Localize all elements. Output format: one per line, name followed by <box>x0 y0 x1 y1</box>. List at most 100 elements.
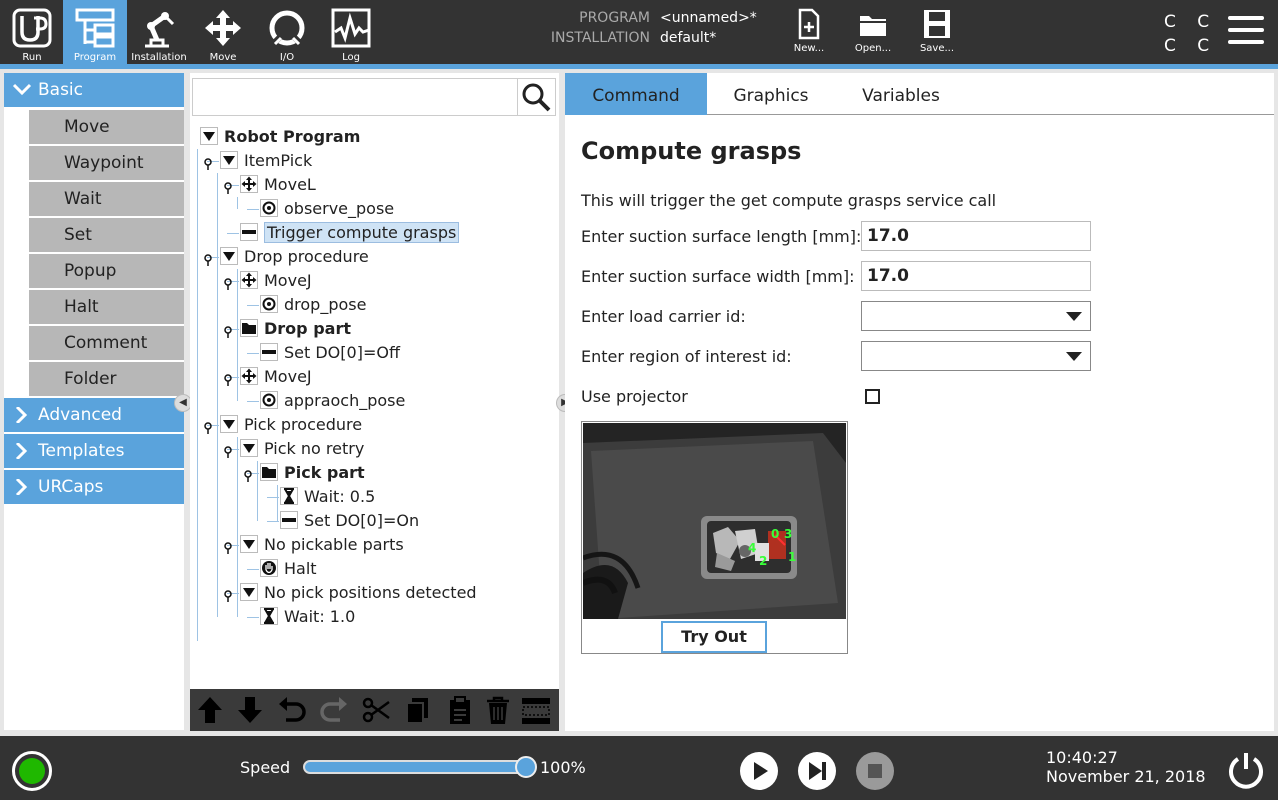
tree-node[interactable]: Set DO[0]=On <box>280 509 419 533</box>
tree-node[interactable]: No pick positions detected <box>240 581 477 605</box>
basic-item-popup[interactable]: Popup <box>29 254 184 288</box>
length-input[interactable]: 17.0 <box>861 221 1091 251</box>
basic-item-halt[interactable]: Halt <box>29 290 184 324</box>
nav-installation-button[interactable]: Installation <box>127 0 191 64</box>
category-basic[interactable]: Basic <box>4 73 184 107</box>
projector-checkbox[interactable] <box>865 389 880 404</box>
breakpoint-pin-icon[interactable] <box>243 467 253 482</box>
tree-node[interactable]: observe_pose <box>260 197 394 221</box>
tree-node[interactable]: ItemPick <box>220 149 312 173</box>
basic-item-comment[interactable]: Comment <box>29 326 184 360</box>
hamburger-menu-icon[interactable] <box>1228 16 1264 46</box>
breakpoint-pin-icon[interactable] <box>203 419 213 434</box>
triangle-down-icon[interactable] <box>240 439 258 457</box>
breakpoint-pin-icon[interactable] <box>223 275 233 290</box>
tree-connector-line <box>267 497 279 498</box>
undo-icon[interactable] <box>276 694 308 726</box>
basic-item-move[interactable]: Move <box>29 110 184 144</box>
category-templates[interactable]: Templates <box>4 434 184 468</box>
tree-node-label: MoveJ <box>264 271 312 290</box>
copy-icon[interactable] <box>402 694 434 726</box>
tree-node[interactable]: Drop part <box>240 317 351 341</box>
basic-item-wait[interactable]: Wait <box>29 182 184 216</box>
category-templates-label: Templates <box>38 441 125 461</box>
tab-graphics[interactable]: Graphics <box>707 73 835 115</box>
triangle-down-icon[interactable] <box>220 151 238 169</box>
breakpoint-pin-icon[interactable] <box>223 539 233 554</box>
tree-node[interactable]: Wait: 1.0 <box>260 605 355 629</box>
paste-icon[interactable] <box>444 694 476 726</box>
tree-connector-line <box>227 233 239 234</box>
redo-icon[interactable] <box>318 694 350 726</box>
power-icon[interactable] <box>1226 750 1266 790</box>
basic-item-folder[interactable]: Folder <box>29 362 184 396</box>
category-basic-label: Basic <box>38 80 84 100</box>
save-program-button[interactable]: Save... <box>910 8 964 60</box>
load-carrier-select[interactable] <box>861 301 1091 331</box>
triangle-down-icon[interactable] <box>240 535 258 553</box>
tree-node[interactable]: Set DO[0]=Off <box>260 341 400 365</box>
breakpoint-pin-icon[interactable] <box>223 371 233 386</box>
delete-icon[interactable] <box>482 694 514 726</box>
tree-node[interactable]: appraoch_pose <box>260 389 405 413</box>
speed-slider-track[interactable] <box>303 760 527 774</box>
basic-item-waypoint[interactable]: Waypoint <box>29 146 184 180</box>
halt-hand-icon <box>260 559 278 577</box>
set-icon <box>240 223 258 241</box>
robot-status-indicator[interactable] <box>12 751 52 791</box>
tree-node[interactable]: Trigger compute grasps <box>240 221 460 245</box>
tree-search-box[interactable] <box>192 78 556 116</box>
tree-node-label: observe_pose <box>284 199 395 218</box>
search-button[interactable] <box>517 79 555 115</box>
nav-run-button[interactable]: Run <box>0 0 64 64</box>
tree-node[interactable]: Drop procedure <box>220 245 369 269</box>
breakpoint-pin-icon[interactable] <box>223 323 233 338</box>
tree-node[interactable]: drop_pose <box>260 293 366 317</box>
stop-button[interactable] <box>856 752 894 790</box>
triangle-down-icon[interactable] <box>220 415 238 433</box>
new-program-button[interactable]: New... <box>782 8 836 60</box>
breakpoint-pin-icon[interactable] <box>203 251 213 266</box>
move-down-icon[interactable] <box>234 694 266 726</box>
open-program-button[interactable]: Open... <box>846 8 900 60</box>
suppress-icon[interactable] <box>520 694 552 726</box>
cut-icon[interactable] <box>360 694 392 726</box>
category-advanced[interactable]: Advanced <box>4 398 184 432</box>
breakpoint-pin-icon[interactable] <box>223 443 233 458</box>
nav-io-button[interactable]: I/O <box>255 0 319 64</box>
triangle-down-icon[interactable] <box>200 127 218 145</box>
tab-command[interactable]: Command <box>565 73 707 115</box>
triangle-down-icon[interactable] <box>220 247 238 265</box>
load-carrier-label: Enter load carrier id: <box>581 307 746 326</box>
play-button[interactable] <box>740 752 778 790</box>
tree-node[interactable]: MoveL <box>240 173 316 197</box>
triangle-down-icon[interactable] <box>240 583 258 601</box>
tree-node-label: Wait: 0.5 <box>304 487 376 506</box>
nav-program-button[interactable]: Program <box>63 0 127 64</box>
tree-node[interactable]: Pick no retry <box>240 437 364 461</box>
tree-node[interactable]: Pick part <box>260 461 365 485</box>
tree-node[interactable]: Robot Program <box>200 125 360 149</box>
width-input[interactable]: 17.0 <box>861 261 1091 291</box>
basic-item-set[interactable]: Set <box>29 218 184 252</box>
tree-node[interactable]: Wait: 0.5 <box>280 485 375 509</box>
try-out-button[interactable]: Try Out <box>661 621 767 653</box>
breakpoint-pin-icon[interactable] <box>223 587 233 602</box>
tree-node[interactable]: MoveJ <box>240 269 312 293</box>
step-button[interactable] <box>798 752 836 790</box>
roi-select[interactable] <box>861 341 1091 371</box>
tree-node[interactable]: Halt <box>260 557 317 581</box>
move-up-icon[interactable] <box>194 694 226 726</box>
breakpoint-pin-icon[interactable] <box>203 155 213 170</box>
nav-move-button[interactable]: Move <box>191 0 255 64</box>
tree-node[interactable]: No pickable parts <box>240 533 404 557</box>
speed-slider-handle[interactable] <box>515 756 537 778</box>
tree-node[interactable]: Pick procedure <box>220 413 362 437</box>
breakpoint-pin-icon[interactable] <box>223 179 233 194</box>
category-urcaps[interactable]: URCaps <box>4 470 184 504</box>
nav-log-button[interactable]: Log <box>319 0 383 64</box>
tree-node[interactable]: MoveJ <box>240 365 312 389</box>
width-label: Enter suction surface width [mm]: <box>581 267 855 286</box>
tab-variables[interactable]: Variables <box>839 73 963 115</box>
tree-connector-line <box>237 197 238 209</box>
